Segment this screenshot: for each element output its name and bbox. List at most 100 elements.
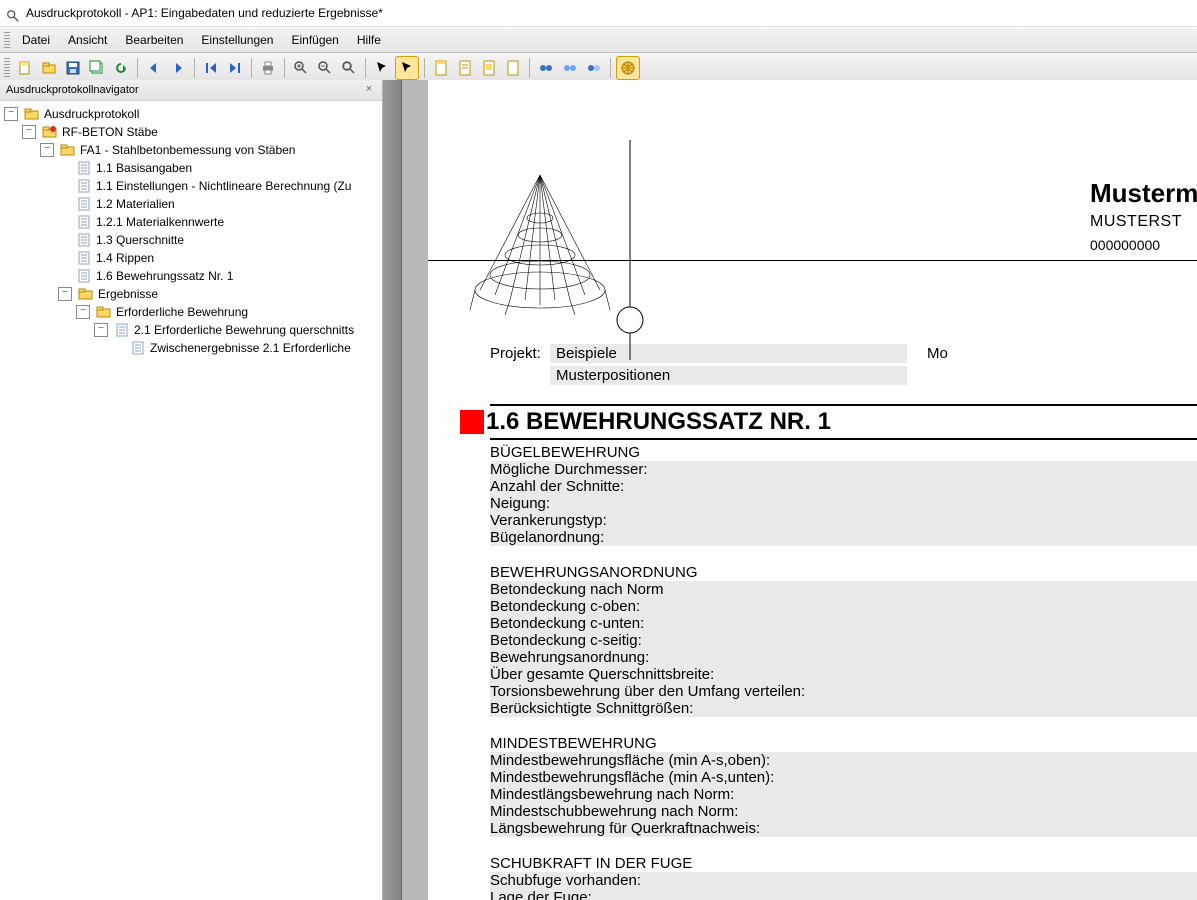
new-button[interactable] (14, 57, 36, 79)
link-c-button[interactable] (583, 57, 605, 79)
data-row: Mögliche Durchmesser: (490, 461, 1197, 478)
menu-datei[interactable]: Datei (14, 31, 58, 49)
navigator-panel: Ausdruckprotokollnavigator × −Ausdruckpr… (0, 80, 383, 900)
tree-item[interactable]: − Ausdruckprotokoll (0, 105, 382, 123)
tree-item-label: FA1 - Stahlbetonbemessung von Stäben (80, 143, 295, 157)
sheet-icon (114, 322, 130, 338)
group-heading: MINDESTBEWEHRUNG (490, 731, 1197, 752)
menu-bearbeiten[interactable]: Bearbeiten (117, 31, 191, 49)
tree-item[interactable]: 1.1 Basisangaben (0, 159, 382, 177)
twisty-blank (58, 198, 70, 210)
tree-item[interactable]: 1.1 Einstellungen - Nichtlineare Berechn… (0, 177, 382, 195)
tree-item[interactable]: 1.2 Materialien (0, 195, 382, 213)
group-heading: BEWEHRUNGSANORDNUNG (490, 560, 1197, 581)
twisty-blank (58, 234, 70, 246)
pointer-button[interactable] (395, 56, 419, 80)
data-row: Neigung: (490, 495, 1197, 512)
tree-item[interactable]: −2.1 Erforderliche Bewehrung querschnitt… (0, 321, 382, 339)
link-a-button[interactable] (535, 57, 557, 79)
document-page: Musterma MUSTERST 000000000 Projekt: Bei… (428, 80, 1197, 900)
doc-b-button[interactable] (454, 57, 476, 79)
menu-ansicht[interactable]: Ansicht (60, 31, 115, 49)
navigator-tree[interactable]: −Ausdruckprotokoll−RF-BETON Stäbe−FA1 - … (0, 101, 382, 900)
company-name: Musterma (1090, 178, 1197, 209)
tree-item[interactable]: 1.4 Rippen (0, 249, 382, 267)
tree-item[interactable]: − RF-BETON Stäbe (0, 123, 382, 141)
sheet-icon (76, 214, 92, 230)
collapse-icon[interactable]: − (22, 125, 36, 139)
zoom-in-button[interactable] (290, 57, 312, 79)
tree-item[interactable]: − Ergebnisse (0, 285, 382, 303)
menu-einfuegen[interactable]: Einfügen (283, 31, 346, 49)
preview-gutter (383, 80, 402, 900)
menu-hilfe[interactable]: Hilfe (349, 31, 389, 49)
data-row: Berücksichtigte Schnittgrößen: (490, 700, 1197, 717)
tree-item-label: Ergebnisse (98, 287, 158, 301)
sheet-icon (130, 340, 146, 356)
section-title: 1.6 BEWEHRUNGSSATZ NR. 1 (486, 408, 831, 436)
tree-item[interactable]: Zwischenergebnisse 2.1 Erforderliche (0, 339, 382, 357)
doc-d-button[interactable] (502, 57, 524, 79)
folder-red-icon (42, 124, 58, 140)
window-title: Ausdruckprotokoll - AP1: Eingabedaten un… (26, 0, 383, 26)
data-row: Mindestbewehrungsfläche (min A-s,oben): (490, 752, 1197, 769)
data-row: Anzahl der Schnitte: (490, 478, 1197, 495)
company-logo (490, 140, 730, 320)
select-button[interactable] (371, 57, 393, 79)
data-row: Schubfuge vorhanden: (490, 872, 1197, 889)
group-heading: BÜGELBEWEHRUNG (490, 440, 1197, 461)
nav-first-button[interactable] (200, 57, 222, 79)
folder-icon (96, 304, 112, 320)
data-row: Mindestschubbewehrung nach Norm: (490, 803, 1197, 820)
save-all-button[interactable] (86, 57, 108, 79)
link-b-button[interactable] (559, 57, 581, 79)
tree-item[interactable]: 1.2.1 Materialkennwerte (0, 213, 382, 231)
tree-item-label: 1.1 Einstellungen - Nichtlineare Berechn… (96, 179, 351, 193)
tree-item-label: RF-BETON Stäbe (62, 125, 158, 139)
preview-pane[interactable]: Musterma MUSTERST 000000000 Projekt: Bei… (383, 80, 1197, 900)
sheet-icon (76, 178, 92, 194)
navigator-header: Ausdruckprotokollnavigator × (0, 80, 382, 101)
data-row: Längsbewehrung für Querkraftnachweis: (490, 820, 1197, 837)
sheet-icon (76, 250, 92, 266)
doc-a-button[interactable] (430, 57, 452, 79)
data-row: Torsionsbewehrung über den Umfang vertei… (490, 683, 1197, 700)
navigator-close-button[interactable]: × (362, 83, 376, 97)
nav-last-button[interactable] (224, 57, 246, 79)
twisty-blank (112, 342, 124, 354)
company-number: 000000000 (1090, 237, 1197, 253)
collapse-icon[interactable]: − (94, 323, 108, 337)
navigator-title: Ausdruckprotokollnavigator (6, 84, 139, 96)
sheet-icon (76, 160, 92, 176)
save-button[interactable] (62, 57, 84, 79)
nav-next-button[interactable] (167, 57, 189, 79)
twisty-blank (58, 162, 70, 174)
twisty-blank (58, 180, 70, 192)
refresh-button[interactable] (110, 57, 132, 79)
doc-c-button[interactable] (478, 57, 500, 79)
tree-item-label: Erforderliche Bewehrung (116, 305, 248, 319)
data-row: Betondeckung nach Norm (490, 581, 1197, 598)
data-row: Betondeckung c-seitig: (490, 632, 1197, 649)
open-button[interactable] (38, 57, 60, 79)
tree-item[interactable]: 1.3 Querschnitte (0, 231, 382, 249)
twisty-blank (58, 270, 70, 282)
nav-prev-button[interactable] (143, 57, 165, 79)
tree-item[interactable]: − Erforderliche Bewehrung (0, 303, 382, 321)
print-button[interactable] (257, 57, 279, 79)
menu-einstellungen[interactable]: Einstellungen (193, 31, 281, 49)
collapse-icon[interactable]: − (40, 143, 54, 157)
collapse-icon[interactable]: − (58, 287, 72, 301)
grip-icon (4, 32, 10, 48)
tree-item[interactable]: − FA1 - Stahlbetonbemessung von Stäben (0, 141, 382, 159)
collapse-icon[interactable]: − (76, 305, 90, 319)
sheet-icon (76, 232, 92, 248)
tree-item-label: Ausdruckprotokoll (44, 107, 139, 121)
tree-item[interactable]: 1.6 Bewehrungssatz Nr. 1 (0, 267, 382, 285)
tree-item-label: 1.6 Bewehrungssatz Nr. 1 (96, 269, 233, 283)
zoom-out-button[interactable] (314, 57, 336, 79)
collapse-icon[interactable]: − (4, 107, 18, 121)
globe-button[interactable] (616, 56, 640, 80)
magnifier-icon (6, 6, 20, 20)
zoom-fit-button[interactable] (338, 57, 360, 79)
